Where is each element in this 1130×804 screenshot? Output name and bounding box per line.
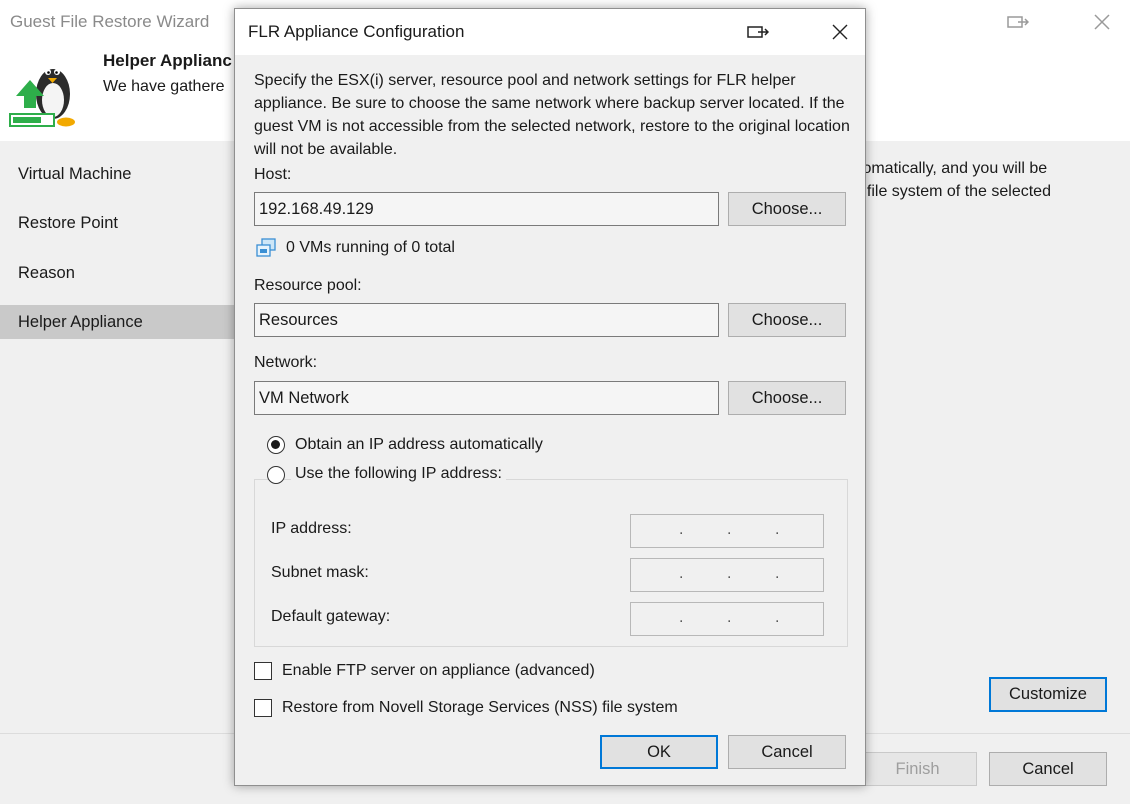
vm-status-text: 0 VMs running of 0 total: [286, 239, 455, 256]
host-choose-button[interactable]: Choose...: [728, 192, 846, 226]
default-gateway-label: Default gateway:: [271, 608, 391, 625]
wizard-step-title: Helper Applianc: [103, 51, 232, 70]
host-field[interactable]: 192.168.49.129: [254, 192, 719, 226]
wizard-close-button[interactable]: [1085, 8, 1119, 36]
nss-restore-label[interactable]: Restore from Novell Storage Services (NS…: [282, 699, 678, 717]
dialog-title: FLR Appliance Configuration: [248, 22, 465, 41]
wizard-step-description: We have gathere: [103, 78, 225, 95]
close-icon: [832, 24, 848, 40]
customize-button[interactable]: Customize: [989, 677, 1107, 712]
step-virtual-machine[interactable]: Virtual Machine: [0, 157, 234, 191]
static-ip-group: IP address: ... Subnet mask: ... Default…: [254, 479, 848, 647]
use-static-ip-label[interactable]: Use the following IP address:: [291, 465, 506, 483]
default-gateway-field[interactable]: ...: [630, 602, 824, 636]
resource-pool-label: Resource pool:: [254, 277, 362, 294]
subnet-mask-label: Subnet mask:: [271, 564, 369, 581]
step-reason[interactable]: Reason: [0, 256, 234, 290]
linux-penguin-upload-icon: [9, 69, 75, 127]
dialog-close-button[interactable]: [822, 18, 858, 46]
step-helper-appliance[interactable]: Helper Appliance: [0, 305, 234, 339]
obtain-ip-auto-label[interactable]: Obtain an IP address automatically: [295, 436, 543, 454]
dialog-intro-text: Specify the ESX(i) server, resource pool…: [254, 72, 850, 158]
dialog-popout-button[interactable]: [740, 18, 776, 46]
nss-restore-checkbox[interactable]: [254, 699, 272, 717]
finish-button[interactable]: Finish: [858, 752, 977, 786]
obtain-ip-auto-radio[interactable]: [267, 436, 285, 454]
subnet-mask-field[interactable]: ...: [630, 558, 824, 592]
network-label: Network:: [254, 354, 318, 371]
dialog-cancel-button[interactable]: Cancel: [728, 735, 846, 769]
wizard-popout-button[interactable]: [1001, 8, 1035, 36]
popout-icon: [747, 26, 769, 38]
vm-servers-icon: [256, 238, 276, 257]
host-label: Host:: [254, 166, 292, 183]
ip-address-label: IP address:: [271, 520, 352, 537]
ip-address-field[interactable]: ...: [630, 514, 824, 548]
dialog-titlebar: FLR Appliance Configuration: [235, 9, 865, 55]
flr-appliance-configuration-dialog: FLR Appliance Configuration Specify the …: [234, 8, 866, 786]
wizard-content-text: tomatically, and you will be t file syst…: [858, 157, 1051, 203]
resource-pool-choose-button[interactable]: Choose...: [728, 303, 846, 337]
content-line-2: t file system of the selected: [858, 183, 1051, 200]
resource-pool-field[interactable]: Resources: [254, 303, 719, 337]
step-restore-point[interactable]: Restore Point: [0, 206, 234, 240]
enable-ftp-label[interactable]: Enable FTP server on appliance (advanced…: [282, 662, 595, 680]
popout-icon: [1007, 16, 1029, 28]
enable-ftp-checkbox[interactable]: [254, 662, 272, 680]
use-static-ip-radio[interactable]: [267, 466, 285, 484]
content-line-1: tomatically, and you will be: [858, 160, 1048, 177]
close-icon: [1094, 14, 1110, 30]
wizard-title: Guest File Restore Wizard: [10, 12, 210, 31]
vm-status: 0 VMs running of 0 total: [254, 237, 455, 259]
ok-button[interactable]: OK: [600, 735, 718, 769]
network-field[interactable]: VM Network: [254, 381, 719, 415]
network-choose-button[interactable]: Choose...: [728, 381, 846, 415]
wizard-cancel-button[interactable]: Cancel: [989, 752, 1107, 786]
